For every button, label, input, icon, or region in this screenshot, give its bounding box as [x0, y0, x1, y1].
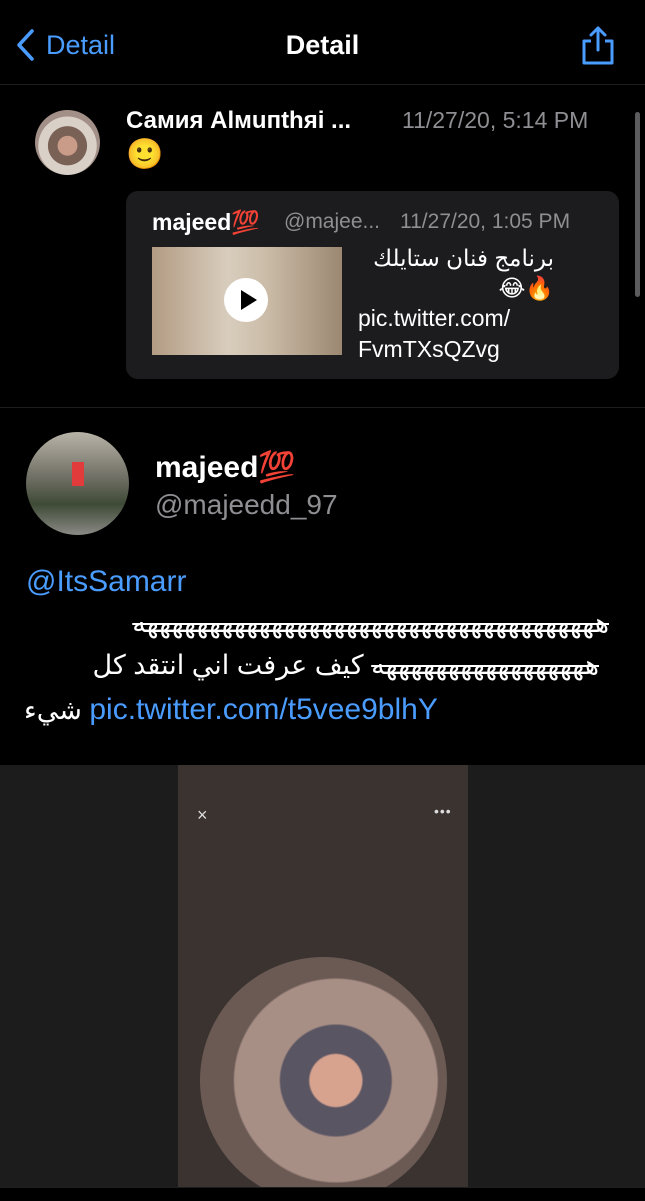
mention-link[interactable]: @ItsSamarr: [26, 565, 186, 599]
tweet-text-line1: هههههههههههههههههههههههههههههههههههههه: [132, 608, 609, 638]
avatar[interactable]: [35, 110, 100, 175]
quoted-text: برنامج فنان ستايلك 🔥😂: [373, 245, 554, 301]
share-icon[interactable]: [579, 24, 617, 66]
quoted-link-line2: FvmTXsQZvg: [358, 336, 500, 362]
quoted-link[interactable]: pic.twitter.com/ FvmTXsQZvg: [358, 303, 510, 365]
reply-tweet[interactable]: Самия Alмuпthяі ... 11/27/20, 5:14 PM 🙂 …: [0, 85, 645, 408]
quoted-handle: @majee...: [284, 210, 381, 233]
tweet-text-line2: هههههههههههههههههه كيف عرفت اني انتقد كل: [24, 650, 599, 681]
tweet-text-line3: شيء pic.twitter.com/t5vee9blhY: [24, 693, 438, 727]
bottom-bar: [0, 1187, 645, 1201]
scrollbar[interactable]: [635, 112, 640, 297]
quoted-tweet[interactable]: majeed💯 @majee... 11/27/20, 1:05 PM برنا…: [126, 191, 619, 379]
author-name: majeed💯: [155, 451, 296, 484]
quoted-author-name: majeed💯: [152, 209, 260, 235]
quoted-link-line1: pic.twitter.com/: [358, 305, 511, 331]
tweet-text-strike: هههههههههههههههههه: [371, 650, 599, 680]
page-title: Detail: [285, 30, 360, 60]
tweet-text-rest: كيف عرفت اني انتقد كل: [92, 650, 372, 680]
author-handle: @majeedd_97: [155, 489, 338, 520]
avatar[interactable]: [26, 432, 129, 535]
tweet-text: 🙂: [126, 138, 164, 171]
quoted-timestamp: 11/27/20, 1:05 PM: [400, 210, 571, 233]
author-name: Самия Alмuпthяі ...: [126, 107, 352, 134]
play-icon[interactable]: [224, 278, 268, 322]
more-icon: •••: [434, 803, 452, 819]
media-link[interactable]: pic.twitter.com/t5vee9blhY: [89, 693, 438, 726]
timestamp: 11/27/20, 5:14 PM: [402, 107, 589, 133]
tweet-text-ar: شيء: [24, 695, 90, 725]
avatar-figure: [72, 462, 84, 486]
video-thumbnail[interactable]: [152, 247, 342, 355]
tweet-media[interactable]: × •••: [178, 765, 468, 1187]
close-icon: ×: [197, 805, 208, 825]
navigation-bar: Detail Detail: [0, 0, 645, 85]
profile-photo: [200, 957, 447, 1187]
